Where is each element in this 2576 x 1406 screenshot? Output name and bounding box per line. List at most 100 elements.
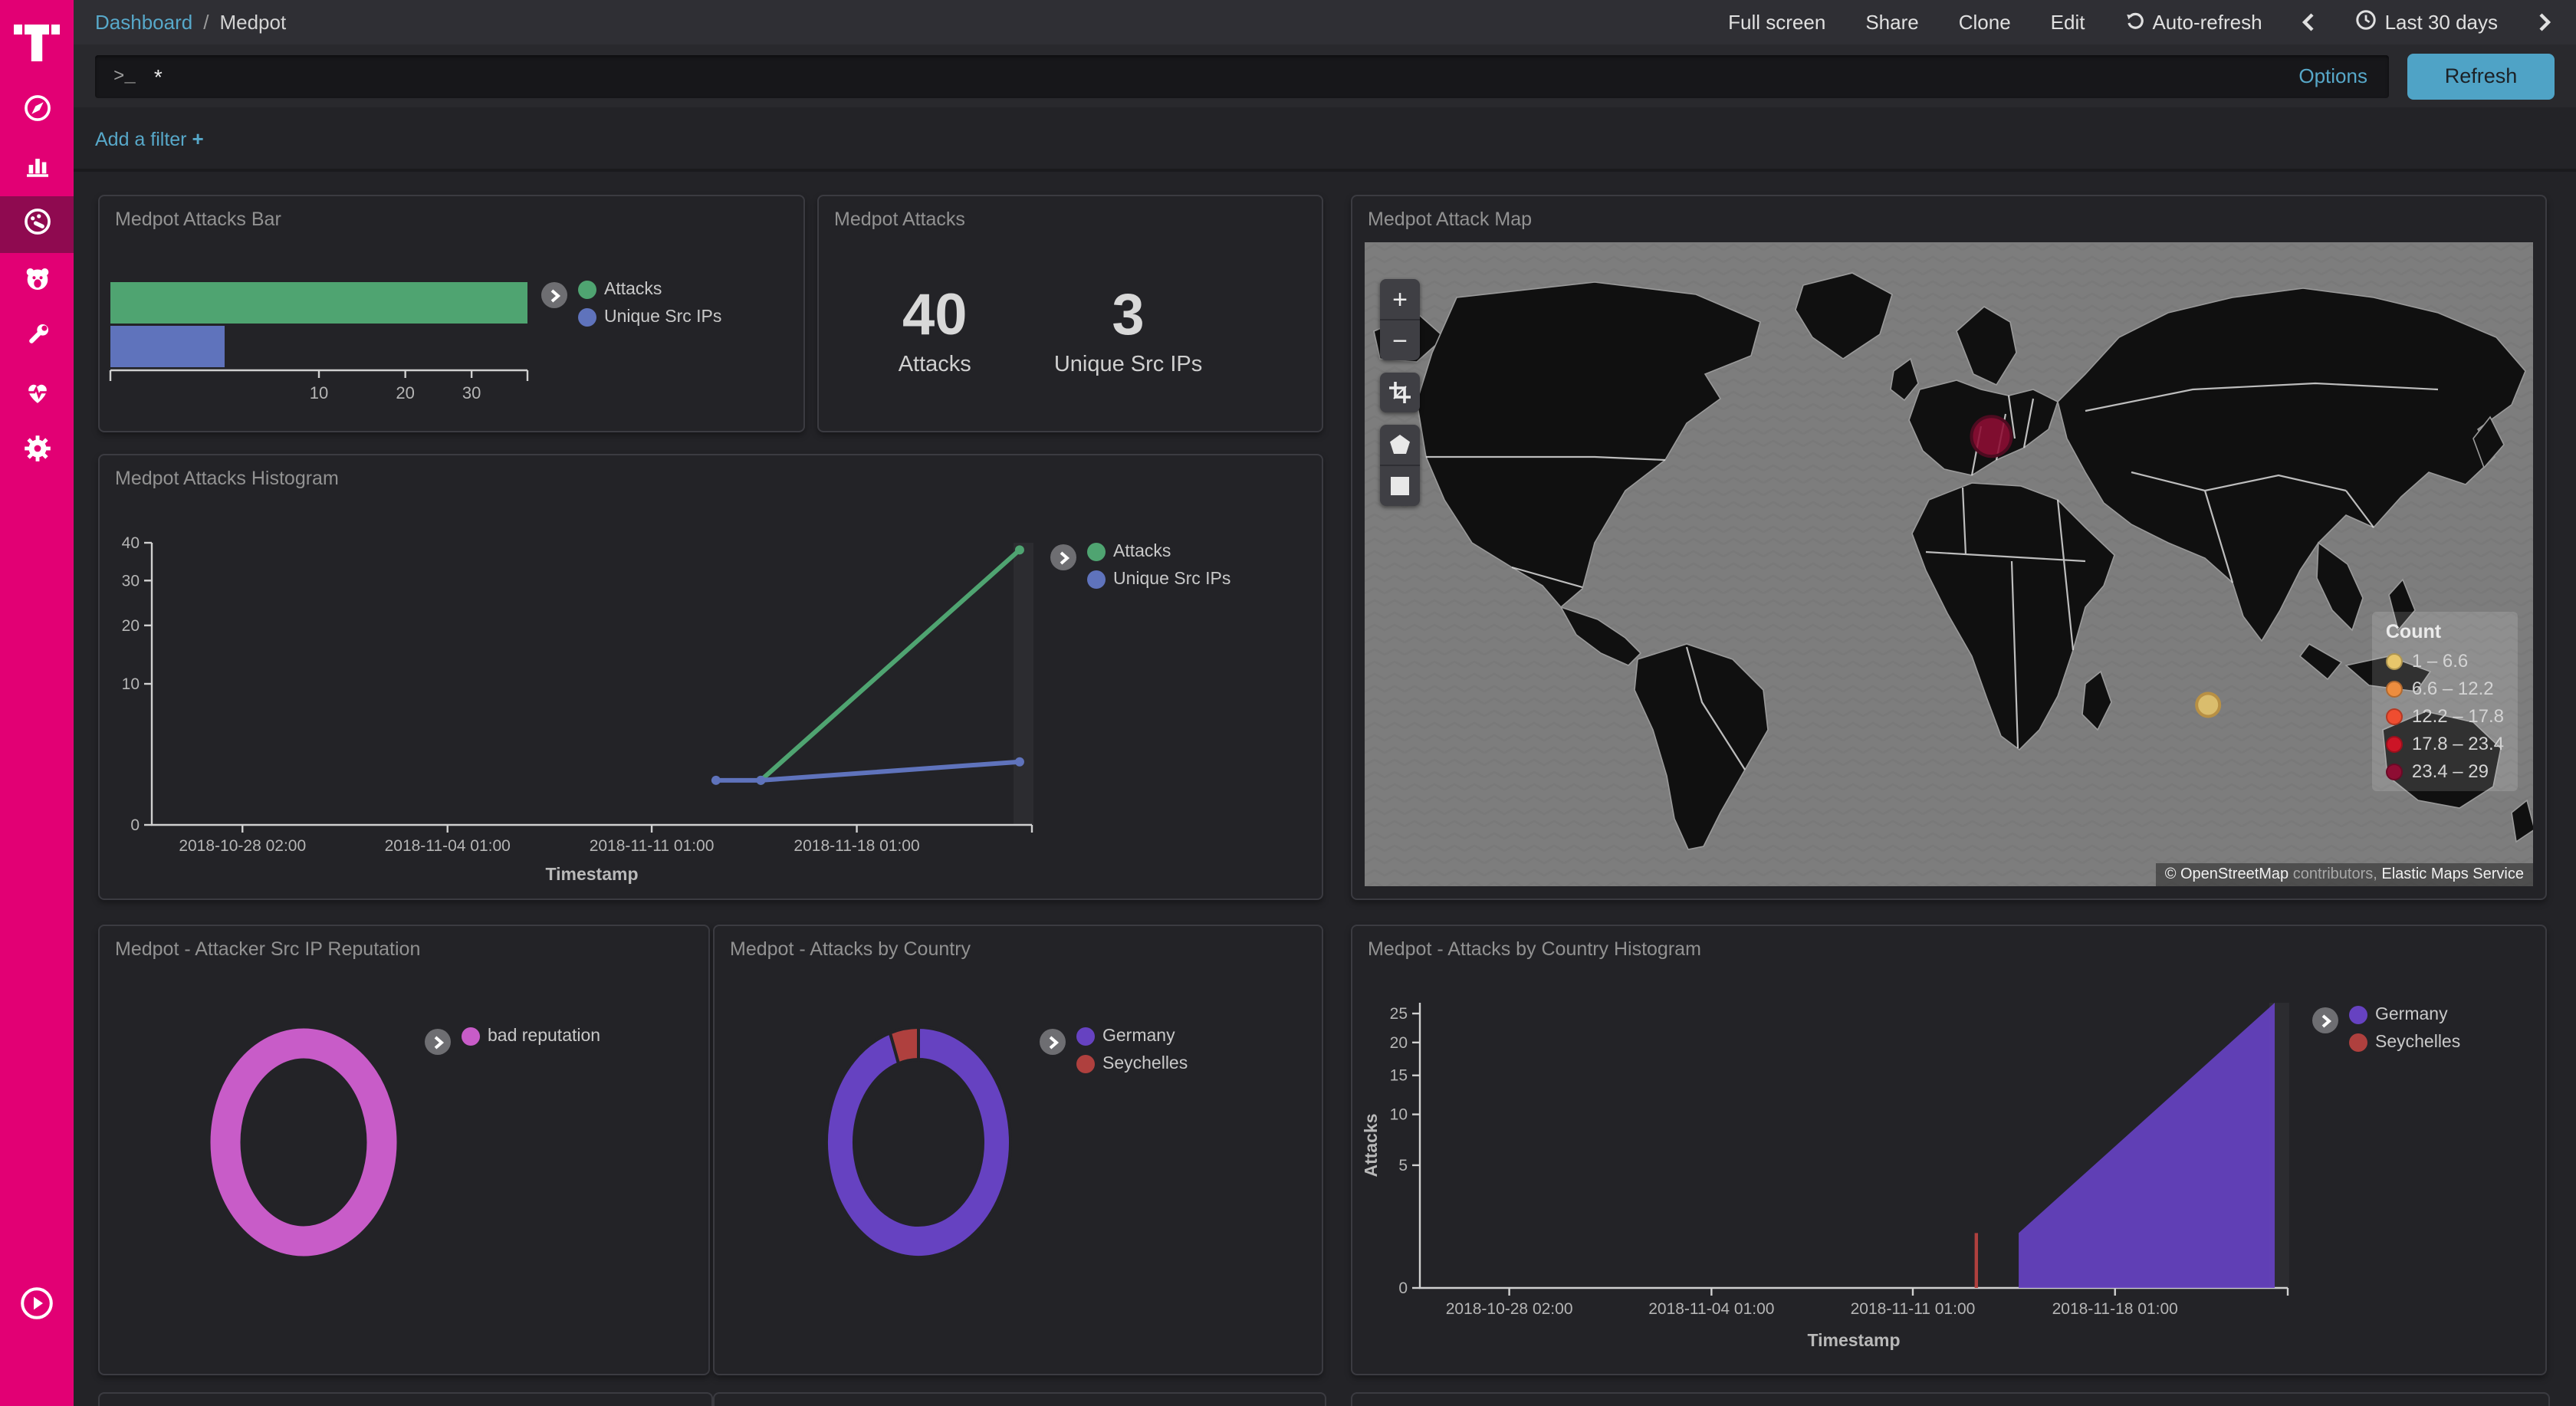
sidebar [0,0,74,1406]
world-map[interactable]: + − Count [1365,242,2533,886]
svg-text:2018-10-28 02:00: 2018-10-28 02:00 [179,837,306,855]
draw-rectangle-icon[interactable] [1380,465,1420,506]
draw-polygon-icon[interactable] [1380,425,1420,465]
sidebar-item-visualize[interactable] [0,140,74,196]
add-filter-link[interactable]: Add a filter + [95,126,204,149]
attribution-link[interactable]: Elastic Maps Service [2381,866,2524,883]
sidebar-collapse-toggle[interactable] [0,1280,74,1326]
query-options-link[interactable]: Options [2298,64,2367,87]
panel-title[interactable]: Medpot Attacks Bar [115,209,281,230]
full-screen-button[interactable]: Full screen [1728,11,1825,34]
legend-color-dot [1087,570,1106,589]
svg-text:2018-11-04 01:00: 2018-11-04 01:00 [1648,1300,1774,1318]
attack-bubble-germany[interactable] [1971,416,2011,456]
legend-item[interactable]: Unique Src IPs [1087,570,1230,589]
svg-text:20: 20 [122,617,140,635]
svg-text:15: 15 [1390,1067,1408,1085]
legend-item[interactable]: Attacks [1087,543,1230,561]
sidebar-items [0,83,74,480]
svg-text:2018-10-28 02:00: 2018-10-28 02:00 [1446,1300,1573,1318]
legend-item[interactable]: Unique Src IPs [578,308,721,327]
metric-values: 40 Attacks 3 Unique Src IPs [819,196,1322,431]
time-back-button[interactable] [2302,12,2316,32]
svg-text:2018-11-18 01:00: 2018-11-18 01:00 [794,837,919,855]
country-area-chart: 05101520252018-10-28 02:002018-11-04 01:… [1352,926,2548,1385]
fit-data-bounds-icon[interactable] [1380,373,1420,412]
panel-country-histogram: Medpot - Attacks by Country Histogram 05… [1351,925,2547,1375]
map-legend-item: 1 – 6.6 [2386,650,2504,672]
map-count-legend: Count 1 – 6.6 6.6 – 12.2 12.2 – 17.8 17.8 –… [2372,612,2518,791]
legend-item[interactable]: Germany [2349,1006,2460,1024]
zoom-in-button[interactable]: + [1380,279,1420,319]
legend-item[interactable]: Attacks [578,281,721,299]
legend-toggle-icon[interactable] [2312,1007,2338,1033]
edit-button[interactable]: Edit [2051,11,2085,34]
legend-toggle-icon[interactable] [1040,1029,1066,1055]
chart-legend: bad reputation [425,1027,600,1055]
attribution-text: contributors, [2288,866,2381,883]
svg-text:2018-11-04 01:00: 2018-11-04 01:00 [385,837,511,855]
panel-below-fold [98,1392,713,1406]
query-prompt-icon: >_ [113,65,136,87]
breadcrumb-dashboard-link[interactable]: Dashboard [95,11,192,34]
sidebar-item-dashboard[interactable] [0,196,74,253]
gauge-icon [21,205,53,245]
auto-refresh-button[interactable]: Auto-refresh [2124,10,2262,34]
svg-text:0: 0 [130,816,140,834]
legend-color-dot [1076,1027,1095,1046]
map-legend-item: 12.2 – 17.8 [2386,705,2504,727]
clock-icon [2356,9,2377,35]
sidebar-item-monitoring[interactable] [0,366,74,423]
heartbeat-icon [21,375,53,415]
sidebar-item-discover[interactable] [0,83,74,140]
time-picker-button[interactable]: Last 30 days [2356,9,2498,35]
attack-bubble-seychelles[interactable] [2196,693,2220,716]
panel-medpot-attacks-bar: Medpot Attacks Bar 102030 AttacksUnique … [98,195,805,432]
map-legend-item: 6.6 – 12.2 [2386,678,2504,699]
legend-toggle-icon[interactable] [541,282,567,308]
breadcrumb: Dashboard / Medpot [95,11,286,34]
legend-color-dot [578,308,596,327]
refresh-button[interactable]: Refresh [2407,53,2555,99]
legend-title: Count [2386,621,2504,642]
legend-color-dot [1087,543,1106,561]
svg-text:Attacks: Attacks [1361,1113,1381,1177]
share-button[interactable]: Share [1865,11,1918,34]
clone-button[interactable]: Clone [1959,11,2011,34]
map-legend-item: 17.8 – 23.4 [2386,733,2504,754]
country-donut-chart [715,951,1144,1311]
svg-text:10: 10 [310,383,328,402]
legend-item[interactable]: Seychelles [2349,1033,2460,1052]
nav-actions: Full screen Share Clone Edit Auto-refres… [1728,9,2576,35]
top-nav-bar: Dashboard / Medpot Full screen Share Clo… [74,0,2576,44]
legend-item[interactable]: Germany [1076,1027,1188,1046]
bar-chart-icon [21,148,53,188]
map-legend-item: 23.4 – 29 [2386,760,2504,782]
zoom-out-button[interactable]: − [1380,319,1420,360]
legend-toggle-icon[interactable] [425,1029,451,1055]
map-attribution: © OpenStreetMap contributors, Elastic Ma… [2156,863,2533,886]
panel-attacks-by-country: Medpot - Attacks by Country GermanySeych… [713,925,1323,1375]
sidebar-item-dev-tools[interactable] [0,310,74,366]
svg-text:2018-11-11 01:00: 2018-11-11 01:00 [590,837,715,855]
panel-medpot-attacks-histogram: Medpot Attacks Histogram 0102030402018-1… [98,454,1323,900]
page-title: Medpot [219,11,286,34]
svg-text:30: 30 [462,383,481,402]
panel-src-ip-reputation: Medpot - Attacker Src IP Reputation bad … [98,925,710,1375]
legend-color-dot [2349,1033,2367,1052]
sidebar-item-t-pot[interactable] [0,253,74,310]
attribution-link[interactable]: © OpenStreetMap [2165,866,2289,883]
search-input[interactable]: >_ * Options [95,54,2389,97]
legend-toggle-icon[interactable] [1050,544,1076,570]
time-forward-button[interactable] [2538,12,2551,32]
panel-title[interactable]: Medpot Attack Map [1368,209,1532,230]
query-value[interactable]: * [154,64,2299,88]
sidebar-item-management[interactable] [0,423,74,480]
metric-attacks: 40 Attacks [899,287,971,377]
reputation-donut-chart [100,951,529,1311]
query-bar: >_ * Options Refresh [74,44,2576,107]
telekom-t-logo[interactable] [0,0,74,83]
legend-item[interactable]: bad reputation [462,1027,600,1046]
legend-item[interactable]: Seychelles [1076,1055,1188,1073]
panel-below-fold [1351,1392,2550,1406]
